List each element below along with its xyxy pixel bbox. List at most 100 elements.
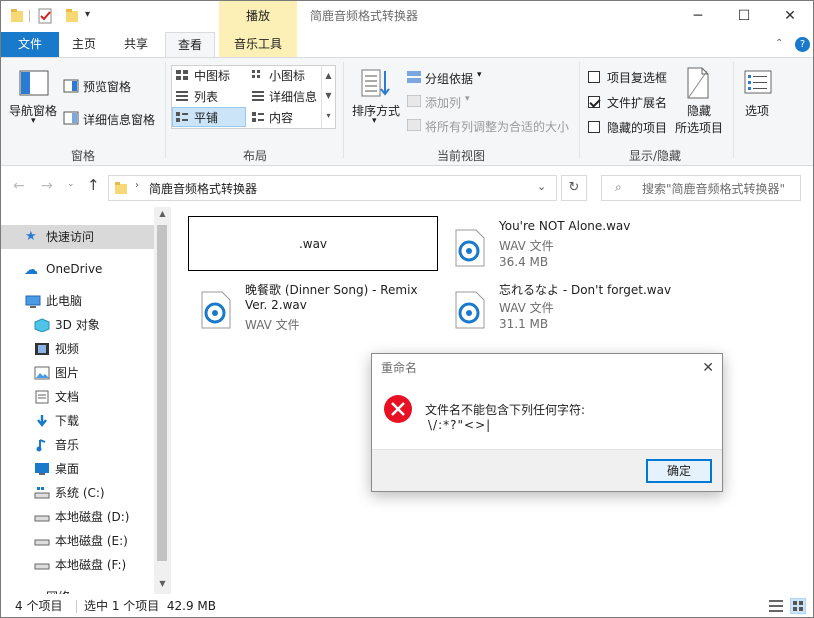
large-icons-view-icon[interactable] <box>790 598 806 614</box>
file-size: 31.1 MB <box>499 317 549 331</box>
layout-tiles[interactable]: 平铺 <box>194 109 218 126</box>
window-title: 简鹿音频格式转换器 <box>310 9 419 23</box>
layout-medium-icons[interactable]: 中图标 <box>194 67 230 84</box>
nav-item-label: 桌面 <box>55 462 80 476</box>
close-button[interactable]: ✕ <box>767 1 813 32</box>
back-arrow-icon[interactable]: ← <box>13 178 25 194</box>
options-icon[interactable] <box>744 70 772 94</box>
drive-icon <box>34 510 50 524</box>
nav-item-3[interactable]: 文档 <box>1 385 154 409</box>
recent-locations-icon[interactable]: ⌄ <box>67 179 75 189</box>
nav-onedrive[interactable]: ☁ OneDrive <box>1 257 154 281</box>
layout-details[interactable]: 详细信息 <box>269 88 317 105</box>
maximize-button[interactable]: ☐ <box>721 1 767 32</box>
layout-small-icons[interactable]: 小图标 <box>269 67 305 84</box>
nav-item-5[interactable]: 音乐 <box>1 433 154 457</box>
hide-selected-icon[interactable] <box>685 67 711 99</box>
layout-list[interactable]: 列表 <box>194 88 218 105</box>
small-icons-icon <box>252 70 260 78</box>
folder-icon <box>11 9 23 22</box>
search-box[interactable]: ⌕ 搜索"简鹿音频格式转换器" <box>601 175 801 201</box>
details-view-icon[interactable] <box>769 600 783 612</box>
breadcrumb-chevron-icon: › <box>135 180 139 191</box>
minimize-button[interactable]: ─ <box>675 1 721 32</box>
preview-pane-button[interactable]: 预览窗格 <box>83 78 131 95</box>
layout-content[interactable]: 内容 <box>269 109 293 126</box>
details-pane-button[interactable]: 详细信息窗格 <box>83 111 155 128</box>
add-column-button[interactable]: 添加列 <box>425 94 461 111</box>
properties-icon[interactable] <box>37 8 53 24</box>
collapse-ribbon-icon[interactable]: ⌃ <box>775 38 783 49</box>
file-type: WAV 文件 <box>245 318 300 332</box>
group-label-layout: 布局 <box>242 149 267 163</box>
tab-home[interactable]: 主页 <box>63 32 105 57</box>
forward-arrow-icon[interactable]: → <box>41 178 53 194</box>
layout-gallery-scroll[interactable]: ▲ ▼ ▾ <box>321 66 335 128</box>
nav-item-8[interactable]: 本地磁盘 (D:) <box>1 505 154 529</box>
hide-button-line1[interactable]: 隐藏 <box>687 102 711 119</box>
up-arrow-icon[interactable]: ↑ <box>87 176 100 194</box>
status-bar: 4 个项目 选中 1 个项目 42.9 MB <box>1 594 813 617</box>
hide-button-line2[interactable]: 所选项目 <box>675 119 723 136</box>
tab-music-tools[interactable]: 音乐工具 <box>219 32 297 57</box>
nav-item-7[interactable]: 系统 (C:) <box>1 481 154 505</box>
tab-file[interactable]: 文件 <box>1 32 59 57</box>
address-bar[interactable]: › 简鹿音频格式转换器 ⌄ <box>108 175 557 201</box>
file-extensions-label: 文件扩展名 <box>607 96 668 110</box>
options-button[interactable]: 选项 <box>745 102 769 119</box>
help-icon[interactable]: ? <box>795 37 810 52</box>
nav-item-1[interactable]: 视频 <box>1 337 154 361</box>
nav-item-6[interactable]: 桌面 <box>1 457 154 481</box>
item-checkboxes-checkbox[interactable] <box>588 71 600 83</box>
file-extensions-checkbox[interactable] <box>588 96 600 108</box>
tab-view[interactable]: 查看 <box>165 32 215 58</box>
rename-textbox[interactable]: .wav <box>188 216 438 271</box>
nav-this-pc[interactable]: 此电脑 <box>1 289 154 313</box>
nav-item-label: 文档 <box>55 390 80 404</box>
navigation-pane-icon[interactable] <box>19 70 49 96</box>
nav-item-10[interactable]: 本地磁盘 (F:) <box>1 553 154 577</box>
preview-pane-icon[interactable] <box>63 79 79 93</box>
drive-icon <box>34 558 50 572</box>
group-by-button[interactable]: 分组依据 <box>425 70 473 87</box>
file-size: 36.4 MB <box>499 255 549 269</box>
nav-item-label: 图片 <box>55 366 80 380</box>
fit-columns-button[interactable]: 将所有列调整为合适的大小 <box>425 118 569 135</box>
group-label-show-hide: 显示/隐藏 <box>628 149 682 163</box>
nav-quick-access[interactable]: ★ 快速访问 <box>1 225 154 249</box>
nav-item-label: 音乐 <box>55 438 80 452</box>
hidden-items-checkbox[interactable] <box>588 121 600 133</box>
nav-item-4[interactable]: 下载 <box>1 409 154 433</box>
selection-info: 选中 1 个项目 42.9 MB <box>84 599 217 613</box>
cloud-icon: ☁ <box>24 262 38 278</box>
desktop-icon <box>34 462 50 476</box>
navigation-pane: ★ 快速访问 ☁ OneDrive 此电脑 3D 对象 视频图片文档下载音乐桌面系… <box>1 207 171 594</box>
invalid-characters: \/:*?"<>| <box>428 418 492 432</box>
nav-item-label: 系统 (C:) <box>55 486 105 500</box>
sort-by-icon[interactable] <box>360 67 390 99</box>
context-tab-play[interactable]: 播放 <box>219 1 297 32</box>
nav-network[interactable]: ▪ 网络 <box>1 585 154 594</box>
ok-button[interactable]: 确定 <box>646 459 712 483</box>
nav-item-0[interactable]: 3D 对象 <box>1 313 154 337</box>
cube-3d-icon <box>34 318 50 333</box>
ribbon-tabs: 文件 主页 共享 查看 音乐工具 ⌃ ? <box>1 32 813 58</box>
new-folder-icon[interactable] <box>65 8 79 24</box>
quick-access-dropdown-icon[interactable]: ▾ <box>85 9 90 20</box>
address-dropdown-icon[interactable]: ⌄ <box>537 180 546 193</box>
dialog-close-icon[interactable]: ✕ <box>702 354 714 383</box>
documents-icon <box>34 390 50 404</box>
file-name: 忘れるなよ - Don't forget.wav <box>499 283 672 297</box>
refresh-button[interactable]: ↻ <box>561 175 587 201</box>
add-column-icon <box>407 95 421 107</box>
content-icon <box>252 112 264 122</box>
details-pane-icon[interactable] <box>63 111 79 125</box>
title-bar: ▾ 播放 简鹿音频格式转换器 ─ ☐ ✕ <box>1 1 813 32</box>
tab-share[interactable]: 共享 <box>115 32 157 57</box>
nav-scrollbar[interactable]: ▲ ▼ <box>154 207 171 594</box>
nav-scrollbar-thumb[interactable] <box>157 225 167 561</box>
network-icon: ▪ <box>31 585 39 594</box>
nav-item-2[interactable]: 图片 <box>1 361 154 385</box>
nav-item-9[interactable]: 本地磁盘 (E:) <box>1 529 154 553</box>
breadcrumb-current[interactable]: 简鹿音频格式转换器 <box>149 180 257 197</box>
